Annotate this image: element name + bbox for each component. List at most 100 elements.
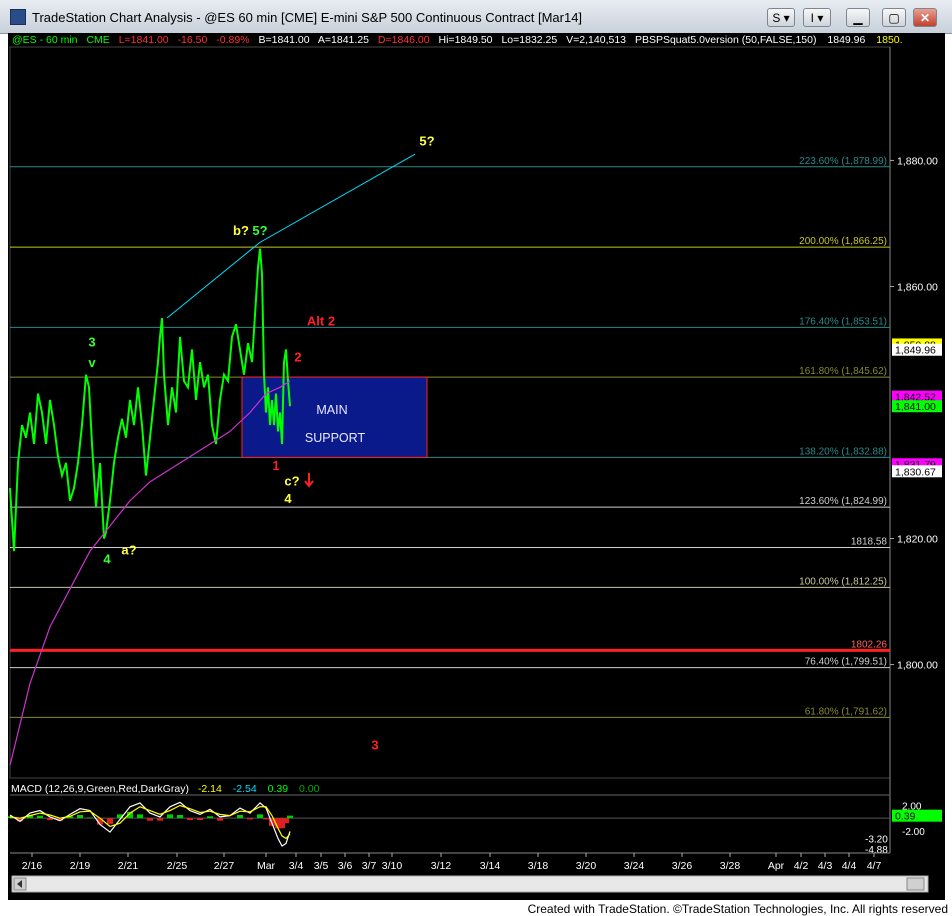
time-tick-label: 3/10 <box>382 860 403 872</box>
time-tick-label: 3/24 <box>624 860 645 872</box>
price-tag-label: 1,841.00 <box>895 401 936 413</box>
time-tick-label: 2/16 <box>22 860 43 872</box>
interval-link-label: I <box>810 11 814 25</box>
macd-histogram-bar <box>167 814 173 819</box>
price-tick-label: 1,820.00 <box>897 534 938 546</box>
time-tick-label: 3/7 <box>362 860 377 872</box>
macd-histogram-bar <box>37 815 43 819</box>
status-indicator-value-2: 1850. <box>876 34 902 46</box>
scroll-right-button[interactable] <box>906 877 925 891</box>
window-titlebar: TradeStation Chart Analysis - @ES 60 min… <box>0 0 952 34</box>
price-tick-label: 1,880.00 <box>897 155 938 167</box>
status-low: Lo=1832.25 <box>501 34 557 46</box>
status-bid: B=1841.00 <box>258 34 309 46</box>
macd-title: MACD (12,26,9,Green,Red,DarkGray) <box>11 783 189 795</box>
wave-label[interactable]: b? <box>233 223 249 238</box>
close-button[interactable]: ✕ <box>913 8 937 27</box>
status-indicator-value: 1849.96 <box>827 34 865 46</box>
wave-label[interactable]: 4 <box>103 552 111 567</box>
time-tick-label: 4/3 <box>818 860 833 872</box>
macd-histogram-bar <box>47 818 53 821</box>
chart-canvas[interactable]: @ES - 60 min CME L=1841.00 -16.50 -0.89%… <box>7 33 945 900</box>
price-tag: 1,830.67 <box>892 465 942 478</box>
window-title: TradeStation Chart Analysis - @ES 60 min… <box>32 10 583 25</box>
status-exchange: CME <box>86 34 109 46</box>
time-tick-label: 3/4 <box>289 860 304 872</box>
wave-label[interactable]: 3 <box>371 738 378 753</box>
status-high: Hi=1849.50 <box>439 34 493 46</box>
macd-tick-label: -4.88 <box>865 845 888 856</box>
macd-histogram-bar <box>207 816 213 819</box>
macd-histogram-bar <box>157 818 163 821</box>
status-symbol: @ES - 60 min <box>12 34 78 46</box>
fib-level-label: 161.80% (1,845.62) <box>799 366 887 377</box>
time-tick-label: Apr <box>768 860 785 872</box>
macd-histogram-bar <box>263 818 269 820</box>
macd-histogram-bar <box>87 817 93 819</box>
time-tick-label: 3/20 <box>576 860 597 872</box>
wave-label[interactable]: 4 <box>284 491 292 506</box>
horizontal-scrollbar[interactable] <box>11 875 929 893</box>
price-tag: 1,841.00 <box>892 400 942 413</box>
macd-histogram-bar <box>217 818 223 821</box>
time-tick-label: 2/27 <box>214 860 235 872</box>
interval-link-button[interactable]: I ▾ <box>803 8 831 27</box>
symbol-link-button[interactable]: S ▾ <box>767 8 795 27</box>
support-box-subtitle: SUPPORT <box>305 431 366 445</box>
chart-frame: @ES - 60 min CME L=1841.00 -16.50 -0.89%… <box>7 33 945 900</box>
wave-label[interactable]: Alt 2 <box>307 314 335 329</box>
macd-readout-4: 0.00 <box>299 783 320 795</box>
macd-value-tag-label: 0.39 <box>895 811 916 823</box>
price-tick-label: 1,860.00 <box>897 281 938 293</box>
fib-level-label: 123.60% (1,824.99) <box>799 496 887 507</box>
wave-label[interactable]: 1 <box>272 458 279 473</box>
macd-header: MACD (12,26,9,Green,Red,DarkGray) -2.14 … <box>11 783 320 795</box>
time-tick-label: Mar <box>257 860 276 872</box>
macd-histogram-bar <box>283 818 289 824</box>
price-tick-label: 1,800.00 <box>897 660 938 672</box>
macd-histogram-bar <box>107 818 113 824</box>
macd-histogram-bar <box>177 815 183 819</box>
time-tick-label: 4/4 <box>842 860 857 872</box>
status-line: @ES - 60 min CME L=1841.00 -16.50 -0.89%… <box>12 34 903 46</box>
price-tag-label: 1,830.67 <box>895 466 936 478</box>
wave-label[interactable]: 3 <box>88 334 95 349</box>
time-tick-label: 2/21 <box>118 860 139 872</box>
macd-tick-label: -2.00 <box>902 827 925 838</box>
fib-level-label: 176.40% (1,853.51) <box>799 316 887 327</box>
wave-label[interactable]: 2 <box>294 349 301 364</box>
macd-histogram-bar <box>197 818 203 821</box>
fib-level-label: 61.80% (1,791.62) <box>805 706 887 717</box>
time-tick-label: 3/14 <box>480 860 501 872</box>
macd-histogram-bar <box>77 815 83 819</box>
price-tag-label: 1,849.96 <box>895 345 936 357</box>
tradestation-app-icon <box>10 9 26 25</box>
macd-readout-3: 0.39 <box>268 783 289 795</box>
minimize-button[interactable]: ▁ <box>846 8 870 27</box>
wave-label[interactable]: 5? <box>419 133 434 148</box>
wave-label[interactable]: v <box>88 355 96 370</box>
macd-histogram-bar <box>237 815 243 819</box>
wave-label[interactable]: c? <box>284 474 299 489</box>
time-tick-label: 2/19 <box>70 860 91 872</box>
macd-histogram-bar <box>247 818 253 820</box>
support-box-title: MAIN <box>316 403 347 417</box>
fib-level-label: 200.00% (1,866.25) <box>799 236 887 247</box>
maximize-button[interactable]: ▢ <box>882 8 906 27</box>
wave-label[interactable]: a? <box>121 542 136 557</box>
time-tick-label: 3/6 <box>338 860 353 872</box>
fib-level-label: 100.00% (1,812.25) <box>799 576 887 587</box>
macd-histogram-bar <box>187 818 193 821</box>
time-tick-label: 4/2 <box>794 860 809 872</box>
time-tick-label: 4/7 <box>867 860 882 872</box>
time-tick-label: 3/18 <box>528 860 549 872</box>
fib-level-label: 76.40% (1,799.51) <box>805 657 887 668</box>
macd-tick-label: -3.20 <box>865 834 888 845</box>
footer: Created with TradeStation. ©TradeStation… <box>0 900 952 916</box>
time-tick-label: 3/26 <box>672 860 693 872</box>
fib-level-label: 1802.26 <box>851 639 888 650</box>
wave-label[interactable]: 5? <box>252 223 267 238</box>
status-day: D=1846.00 <box>378 34 430 46</box>
fib-level-label: 1818.58 <box>851 536 888 547</box>
time-tick-label: 2/25 <box>167 860 188 872</box>
